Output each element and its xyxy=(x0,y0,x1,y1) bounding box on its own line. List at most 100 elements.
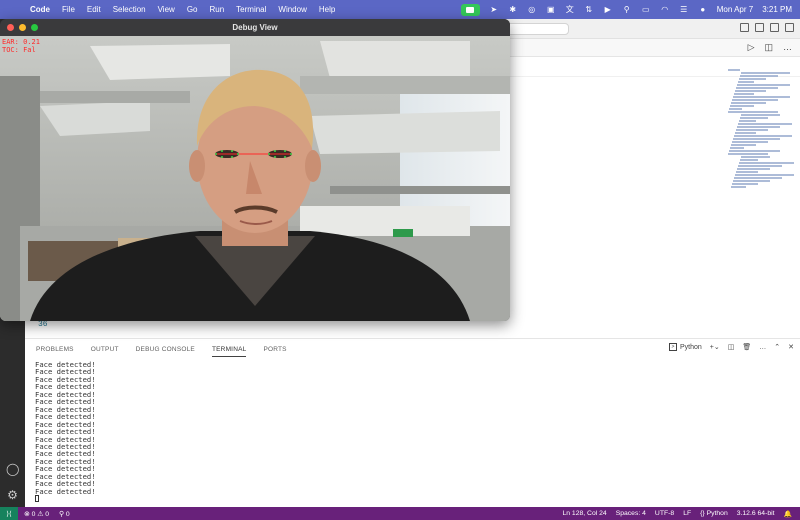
minimap-line xyxy=(732,99,778,101)
toggle-panel-icon[interactable] xyxy=(755,23,764,32)
menu-file[interactable]: File xyxy=(62,5,75,14)
ports-status[interactable]: ⚲ 0 xyxy=(59,510,70,518)
menu-edit[interactable]: Edit xyxy=(87,5,101,14)
minimap-line xyxy=(741,156,770,158)
telegram-icon[interactable]: ➤ xyxy=(489,5,499,15)
menu-view[interactable]: View xyxy=(158,5,175,14)
notifications-bell-icon[interactable]: 🔔 xyxy=(784,510,792,518)
minimap-line xyxy=(738,123,792,125)
minimap-line xyxy=(730,105,754,107)
toggle-primary-sidebar-icon[interactable] xyxy=(740,23,749,32)
split-terminal-icon[interactable]: ◫ xyxy=(728,343,735,351)
tab-terminal[interactable]: TERMINAL xyxy=(211,346,247,357)
terminal-output[interactable]: Face detected! Face detected! Face detecte… xyxy=(35,361,96,504)
minimap-line xyxy=(733,138,780,140)
battery-icon[interactable]: ▭ xyxy=(641,5,651,15)
split-editor-icon[interactable]: ◫ xyxy=(764,42,773,53)
minimap-line xyxy=(735,132,756,134)
command-center[interactable] xyxy=(505,23,569,35)
more-icon[interactable]: … xyxy=(759,344,766,351)
more-actions-icon[interactable]: … xyxy=(783,42,792,53)
bluetooth-icon[interactable]: ✱ xyxy=(508,5,518,15)
menubar-time[interactable]: 3:21 PM xyxy=(762,5,792,14)
translate-icon[interactable]: 文 xyxy=(565,5,575,15)
indentation[interactable]: Spaces: 4 xyxy=(616,510,646,517)
minimap-line xyxy=(739,162,794,164)
menubar-date[interactable]: Mon Apr 7 xyxy=(717,5,753,14)
minimap-line xyxy=(731,144,756,146)
close-panel-icon[interactable]: ✕ xyxy=(788,343,794,351)
terminal-cursor xyxy=(35,495,96,503)
terminal-profile[interactable]: > Python xyxy=(668,343,702,351)
minimap-line xyxy=(736,171,758,173)
minimap-line xyxy=(739,78,766,80)
tab-output[interactable]: OUTPUT xyxy=(91,346,119,353)
minimap-line xyxy=(736,129,768,131)
settings-gear-icon[interactable]: ⚙ xyxy=(6,489,19,502)
play-icon[interactable]: ▶ xyxy=(603,5,613,15)
debug-view-title: Debug View xyxy=(232,23,278,32)
minimap-line xyxy=(731,102,766,104)
wifi-icon[interactable]: ◠ xyxy=(660,5,670,15)
minimap-line xyxy=(739,120,756,122)
minimap-line xyxy=(738,81,754,83)
minimap-line xyxy=(741,114,780,116)
warning-count: 0 xyxy=(45,510,50,518)
camera-in-use-icon[interactable] xyxy=(460,3,480,16)
tab-problems[interactable]: PROBLEMS xyxy=(36,346,74,353)
sync-icon[interactable]: ◎ xyxy=(527,5,537,15)
minimap-line xyxy=(729,108,742,110)
line-ending[interactable]: LF xyxy=(683,510,691,517)
transfer-icon[interactable]: ⇅ xyxy=(584,5,594,15)
camera-feed-image: EAR: 0.21 TOC: Fal xyxy=(0,36,510,321)
control-center-icon[interactable]: ☰ xyxy=(679,5,689,15)
cursor-position[interactable]: Ln 128, Col 24 xyxy=(562,510,606,517)
tab-debug-console[interactable]: DEBUG CONSOLE xyxy=(136,346,195,353)
menu-go[interactable]: Go xyxy=(187,5,198,14)
editor-actions: ▷ ◫ … xyxy=(748,42,792,53)
minimap[interactable] xyxy=(728,69,794,229)
radio-tower-icon: ⚲ xyxy=(59,510,65,518)
toc-readout: TOC: Fal xyxy=(2,46,36,54)
siri-icon[interactable]: ● xyxy=(698,5,708,15)
error-count: 0 xyxy=(31,510,36,518)
menu-app-name[interactable]: Code xyxy=(30,5,50,14)
terminal-profile-label: Python xyxy=(679,343,702,351)
minimap-line xyxy=(728,153,768,155)
minimap-line xyxy=(733,96,790,98)
minimap-line xyxy=(737,168,770,170)
problems-status[interactable]: ⊗ 0 ⚠ 0 xyxy=(24,510,49,518)
spotlight-icon[interactable]: ⚲ xyxy=(622,5,632,15)
toggle-secondary-sidebar-icon[interactable] xyxy=(770,23,779,32)
kill-terminal-icon[interactable]: 🗑 xyxy=(742,343,751,351)
menu-help[interactable]: Help xyxy=(319,5,335,14)
new-terminal-icon[interactable]: +⌄ xyxy=(710,343,720,351)
camera-frame-illustration xyxy=(0,36,510,321)
menu-selection[interactable]: Selection xyxy=(113,5,146,14)
remote-indicator-icon[interactable]: ⟩⟨ xyxy=(0,507,18,520)
debug-view-titlebar[interactable]: Debug View xyxy=(0,19,510,36)
minimap-line xyxy=(735,90,766,92)
minimap-line xyxy=(737,84,790,86)
language-label: Python xyxy=(706,510,728,517)
minimap-line xyxy=(733,180,770,182)
menu-window[interactable]: Window xyxy=(278,5,306,14)
debug-view-window: Debug View EAR: 0.21 TOC: Fal xyxy=(0,19,510,321)
status-bar: ⟩⟨ ⊗ 0 ⚠ 0 ⚲ 0 Ln 128, Col 24 Spaces: 4 … xyxy=(0,507,800,520)
encoding[interactable]: UTF-8 xyxy=(655,510,674,517)
clipboard-icon[interactable]: ▣ xyxy=(546,5,556,15)
detection-overlay-text: EAR: 0.21 TOC: Fal xyxy=(2,38,40,54)
minimap-line xyxy=(728,69,740,71)
maximize-panel-icon[interactable]: ⌃ xyxy=(774,343,780,351)
run-icon[interactable]: ▷ xyxy=(748,42,755,53)
language-mode[interactable]: {} Python xyxy=(700,510,728,517)
menu-run[interactable]: Run xyxy=(209,5,224,14)
minimap-line xyxy=(732,141,768,143)
menu-terminal[interactable]: Terminal xyxy=(236,5,266,14)
tab-ports[interactable]: PORTS xyxy=(263,346,286,353)
customize-layout-icon[interactable] xyxy=(785,23,794,32)
account-icon[interactable]: ◯ xyxy=(6,463,19,476)
line-number: 36 xyxy=(38,320,48,329)
minimap-line xyxy=(734,93,754,95)
python-interpreter[interactable]: 3.12.6 64-bit xyxy=(737,510,775,517)
